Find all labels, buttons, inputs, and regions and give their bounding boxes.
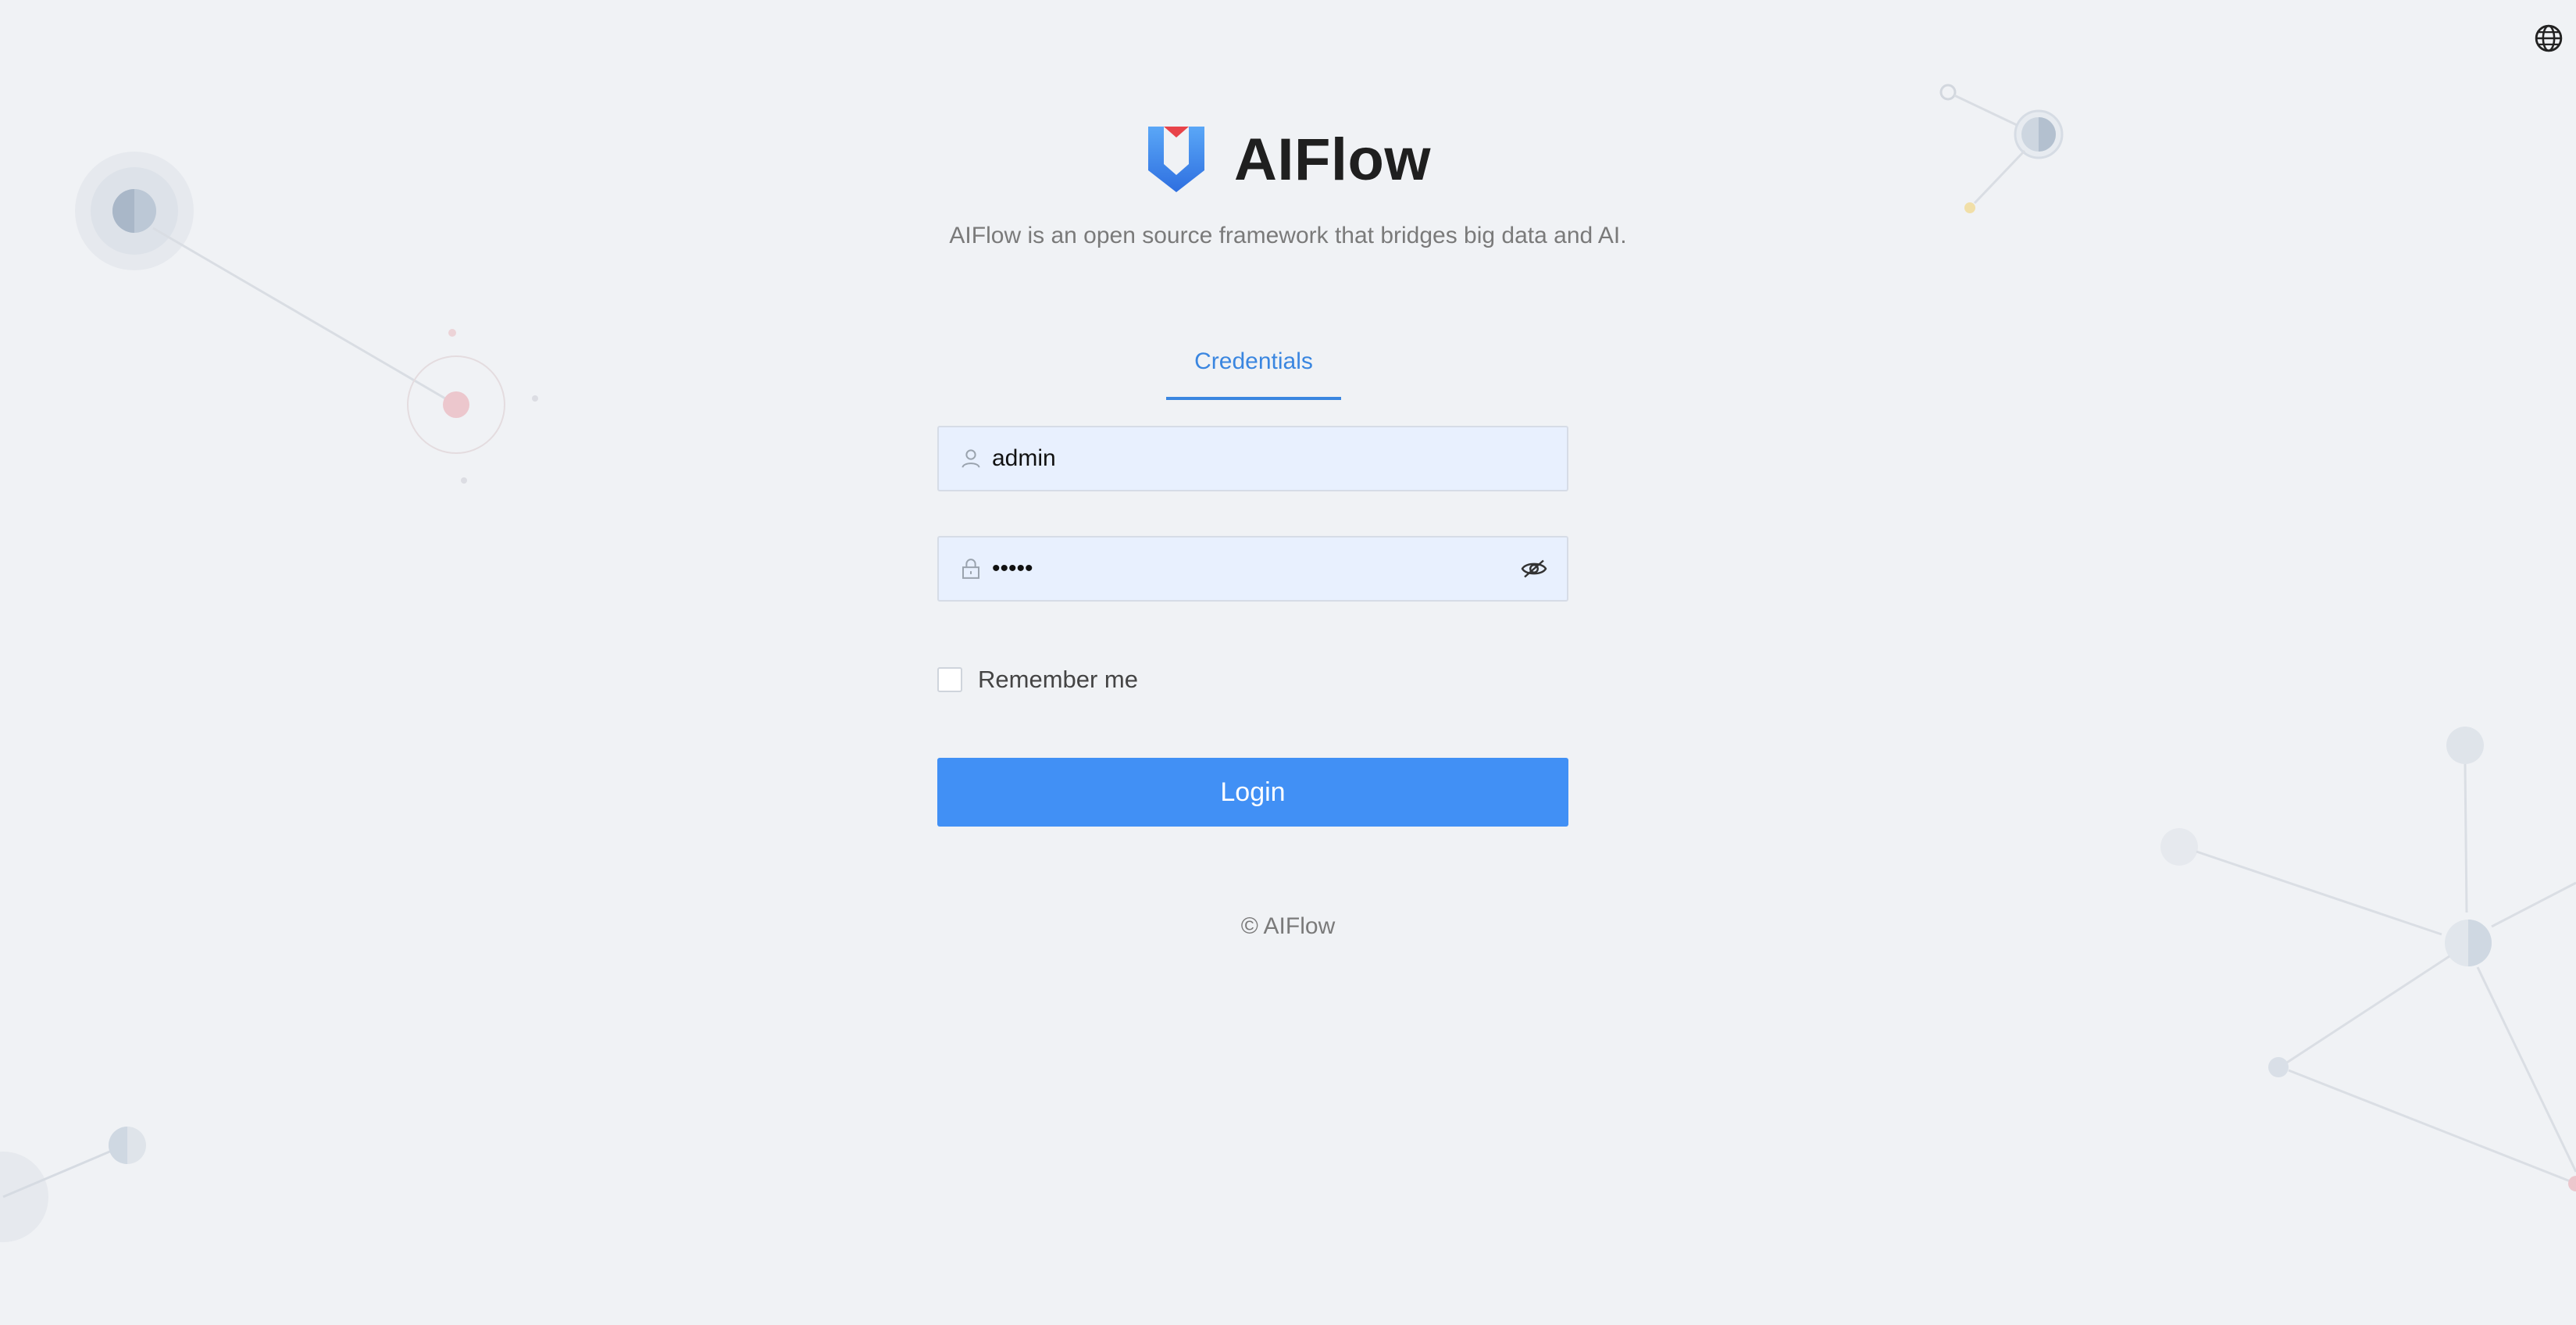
remember-me-label: Remember me <box>978 666 1138 693</box>
footer-copyright: © AIFlow <box>1240 913 1336 939</box>
user-icon <box>962 449 980 468</box>
remember-me-checkbox[interactable] <box>937 667 962 692</box>
username-input[interactable] <box>992 445 1567 472</box>
globe-icon[interactable] <box>2534 23 2564 53</box>
eye-hidden-icon[interactable] <box>1520 555 1548 583</box>
login-tabs: Credentials <box>1166 344 1341 400</box>
app-header: AIFlow <box>0 123 2576 195</box>
tab-credentials[interactable]: Credentials <box>1166 344 1341 375</box>
lock-icon <box>962 559 979 579</box>
aiflow-logo-icon <box>1147 127 1204 192</box>
login-page: AIFlow AIFlow is an open source framewor… <box>0 0 2576 1325</box>
username-field[interactable] <box>937 426 1568 491</box>
password-input[interactable] <box>992 555 1520 582</box>
app-subtitle: AIFlow is an open source framework that … <box>949 223 1627 248</box>
password-field[interactable] <box>937 536 1568 602</box>
app-title: AIFlow <box>1233 126 1432 193</box>
remember-me-option[interactable]: Remember me <box>937 666 1138 694</box>
background-network-decoration <box>0 84 2576 1242</box>
active-tab-indicator <box>1166 397 1341 400</box>
login-button[interactable]: Login <box>937 758 1568 827</box>
